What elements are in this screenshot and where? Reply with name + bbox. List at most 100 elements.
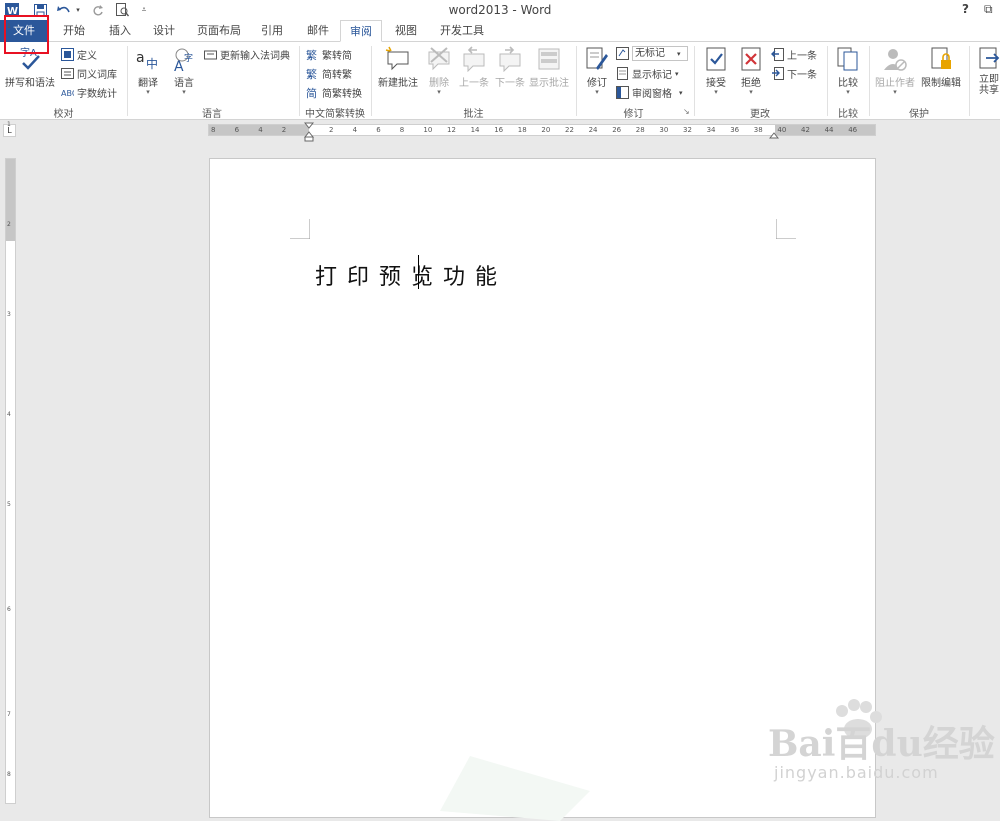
ruler-tick-label: 4 [352,126,358,134]
ruler-tick-label: 2 [281,126,287,134]
share-now-button[interactable]: 立即共享 [974,46,1000,99]
ruler-tick-label: 36 [730,126,740,134]
ribbon-display-options-button[interactable]: ⧉ [984,2,993,17]
ruler-tick-label: 26 [612,126,622,134]
translate-button[interactable]: a中 翻译 ▾ [131,46,165,96]
ruler-tick-label: 30 [659,126,669,134]
svg-text:繁: 繁 [306,67,317,80]
track-changes-button[interactable]: 修订 ▾ [582,46,612,96]
ruler-tick-label: 32 [683,126,692,134]
previous-comment-button[interactable]: 上一条 [456,46,492,89]
tab-references[interactable]: 引用 [254,20,290,42]
reject-icon [741,47,761,71]
faint-image-artifact [440,756,590,821]
traditional-to-simplified-button[interactable]: 繁 繁转简 [306,47,352,62]
restrict-editing-icon [931,47,951,69]
document-text[interactable]: 打印预览功能 [315,259,507,291]
watermark-url: jingyan.baidu.com [774,763,939,782]
reject-dropdown-icon: ▾ [749,88,753,96]
compare-button[interactable]: 比较 ▾ [833,46,863,96]
new-comment-button[interactable]: 新建批注 [375,46,421,89]
next-change-button[interactable]: 下一条 [771,66,817,81]
svg-text:字: 字 [184,52,193,64]
ruler-tick-label: 24 [588,126,598,134]
translate-icon: a中 [136,50,158,71]
reviewing-pane-icon [616,86,629,99]
simplified-to-traditional-label: 简转繁 [322,70,352,81]
accept-button[interactable]: 接受 ▾ [700,46,732,96]
tab-page-layout[interactable]: 页面布局 [190,20,248,42]
previous-change-button[interactable]: 上一条 [771,47,817,62]
group-label-changes: 更改 [750,109,770,120]
svg-text:中: 中 [146,56,158,71]
block-authors-button[interactable]: 阻止作者 ▾ [872,46,918,96]
vruler-tick-label: 2 [7,221,11,228]
tab-view[interactable]: 视图 [386,20,426,42]
reviewing-pane-button[interactable]: 审阅窗格 ▾ [616,85,683,100]
show-markup-label: 显示标记 [632,70,672,81]
word-count-button[interactable]: ABC 字数统计 [61,85,117,100]
show-comments-icon [538,48,560,70]
ruler-tick-label: 34 [706,126,716,134]
next-comment-button[interactable]: 下一条 [492,46,528,89]
tab-developer[interactable]: 开发工具 [432,20,492,42]
previous-comment-icon [463,46,485,72]
ruler-tick-label: 20 [541,126,551,134]
previous-change-label: 上一条 [787,51,817,62]
define-label: 定义 [77,51,97,62]
window-title: word2013 - Word [448,3,552,17]
reviewing-pane-label: 审阅窗格 [632,89,672,100]
vruler-tick-label: 1 [7,121,11,128]
delete-comment-button[interactable]: 删除 ▾ [424,46,454,96]
ruler-tick-label: 10 [423,126,433,134]
ruler-tick-label: 8 [399,126,405,134]
thesaurus-icon [61,68,74,79]
compare-icon [837,47,858,71]
vruler-tick-label: 1 [7,23,11,30]
language-button[interactable]: A字 语言 ▾ [167,46,201,96]
show-markup-button[interactable]: 显示标记 ▾ [616,66,679,81]
tab-mailings[interactable]: 邮件 [298,20,338,42]
group-label-proofing: 校对 [53,109,74,120]
track-changes-icon [586,47,608,70]
ruler-tick-label: 46 [848,126,858,134]
svg-text:ABC: ABC [61,89,74,98]
simplified-to-traditional-button[interactable]: 繁 简转繁 [306,66,352,81]
thesaurus-label: 同义词库 [77,70,117,81]
previous-change-icon [771,48,784,61]
thesaurus-button[interactable]: 同义词库 [61,66,117,81]
show-markup-dropdown-icon: ▾ [675,69,679,78]
indent-marker-icon[interactable] [304,122,314,142]
restrict-editing-button[interactable]: 限制编辑 [918,46,964,89]
right-indent-marker-icon[interactable] [769,131,779,139]
display-for-review-dropdown-icon[interactable]: ▾ [677,50,681,58]
ribbon-tabs: 文件 开始 插入 设计 页面布局 引用 邮件 审阅 视图 开发工具 [0,20,1000,42]
ruler-tick-label: 42 [801,126,810,134]
display-for-review-select[interactable]: 无标记 ▾ [616,46,688,61]
help-button[interactable]: ? [962,2,969,16]
group-label-protect: 保护 [909,109,929,120]
crop-mark-top-right [776,219,796,239]
show-markup-icon [617,67,628,80]
tab-insert[interactable]: 插入 [100,20,140,42]
tab-review[interactable]: 审阅 [340,20,382,42]
show-comments-button[interactable]: 显示批注 [528,46,570,89]
translate-dropdown-icon: ▾ [146,88,150,96]
ruler-tick-label: 14 [470,126,480,134]
title-bar: W ▾ ⩡ word2013 - Word ? ⧉ [0,0,1000,20]
update-ime-dictionary-button[interactable]: 更新输入法词典 [204,47,290,62]
share-icon [979,47,1000,69]
compare-dropdown-icon: ▾ [846,88,850,96]
vertical-ruler[interactable]: 1 1 2 3 4 5 6 7 8 [5,23,16,804]
reject-button[interactable]: 拒绝 ▾ [735,46,767,96]
delete-dropdown-icon: ▾ [437,88,441,96]
word-count-icon: ABC [61,89,74,98]
group-label-language: 语言 [202,109,222,120]
tracking-options-launcher-icon[interactable]: ↘ [683,107,690,116]
chinese-conversion-button[interactable]: 简 简繁转换 [306,85,362,100]
tab-home[interactable]: 开始 [54,20,94,42]
define-button[interactable]: 定义 [61,47,97,62]
ribbon-review: 字A 拼写和语法 定义 同义词库 ABC 字数统计 校对 a中 翻译 ▾ A字 … [0,42,1000,120]
ruler-tick-label: 38 [753,126,763,134]
tab-design[interactable]: 设计 [144,20,184,42]
